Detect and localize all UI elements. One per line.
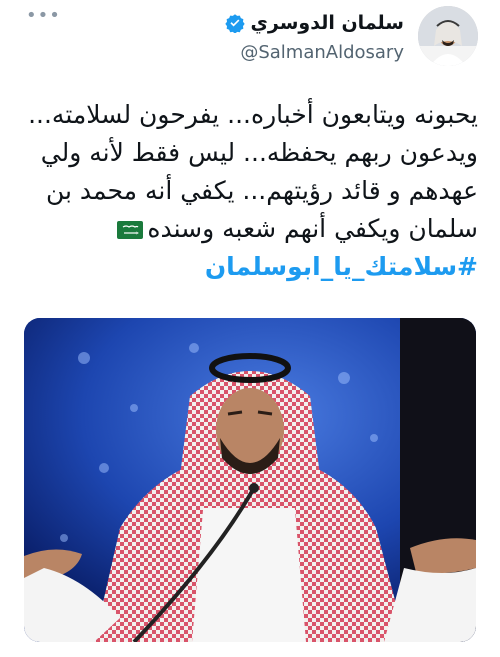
more-options-icon[interactable]: ••• — [26, 7, 61, 25]
avatar-image — [418, 6, 478, 66]
tweet-line: يحبونه ويتابعون أخباره... يفرحون لسلامته… — [28, 100, 478, 129]
saudi-flag-icon — [117, 221, 144, 239]
tweet-line-with-flag: سلمان ويكفي أنهم شعبه وسنده — [18, 210, 478, 248]
verified-badge-icon — [224, 14, 245, 33]
tweet-line: ويدعون ربهم يحفظه... ليس فقط لأنه ولي — [40, 138, 478, 167]
tweet-text: يحبونه ويتابعون أخباره... يفرحون لسلامته… — [18, 96, 478, 286]
author-block: سلمان الدوسري @SalmanAldosary — [224, 12, 405, 63]
tweet-media-photo[interactable] — [24, 318, 476, 642]
photo-image — [24, 318, 476, 642]
avatar[interactable] — [418, 6, 478, 66]
hashtag-link[interactable]: #سلامتك_يا_ابوسلمان — [18, 248, 478, 286]
author-handle[interactable]: @SalmanAldosary — [225, 42, 404, 63]
tweet-card: ••• سلمان الدوسري @SalmanAldosary يحبونه… — [0, 0, 500, 657]
author-name-row: سلمان الدوسري — [224, 12, 405, 34]
author-name[interactable]: سلمان الدوسري — [251, 12, 405, 34]
tweet-line: سلمان ويكفي أنهم شعبه وسنده — [147, 214, 478, 243]
tweet-line: عهدهم و قائد رؤيتهم... يكفي أنه محمد بن — [45, 176, 478, 205]
